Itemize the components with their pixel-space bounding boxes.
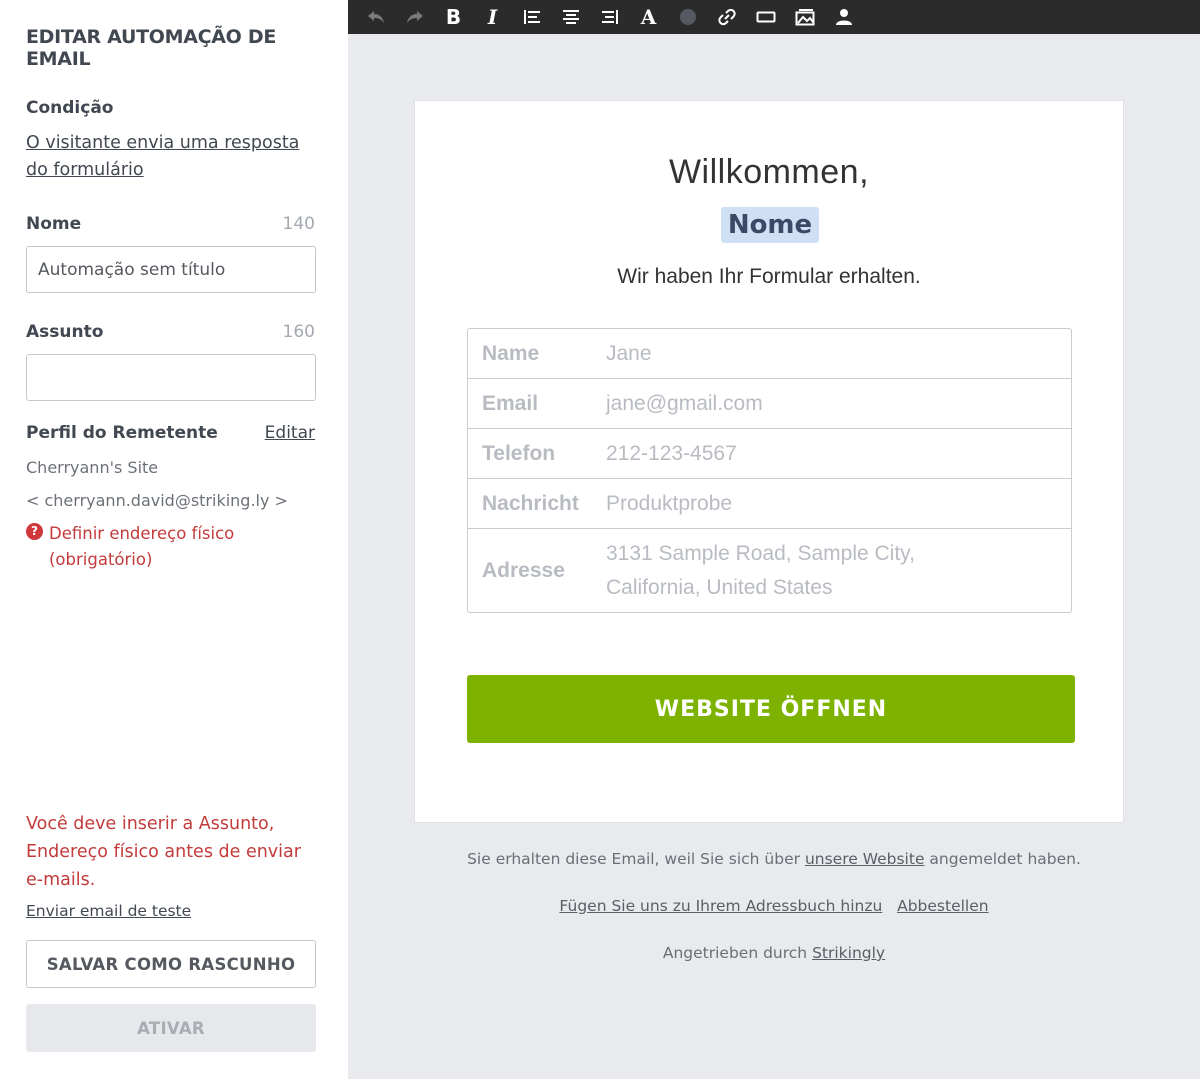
footer-subscription-note: Sie erhalten diese Email, weil Sie sich … bbox=[348, 850, 1200, 868]
table-row: Name Jane bbox=[468, 329, 1071, 379]
address-warning-text[interactable]: Definir endereço físico (obrigatório) bbox=[49, 521, 249, 573]
link-icon[interactable] bbox=[707, 0, 746, 34]
field-key: Adresse bbox=[482, 558, 565, 582]
table-row: Telefon 212-123-4567 bbox=[468, 429, 1071, 479]
sidebar-title: EDITAR AUTOMAÇÃO DE EMAIL bbox=[26, 26, 276, 70]
field-value: jane@gmail.com bbox=[606, 391, 763, 415]
subject-char-count: 160 bbox=[282, 322, 315, 342]
website-link[interactable]: unsere Website bbox=[805, 850, 925, 868]
question-circle-icon: ? bbox=[26, 523, 43, 540]
color-dot-icon[interactable] bbox=[668, 0, 707, 34]
name-char-count: 140 bbox=[282, 214, 315, 234]
field-key: Telefon bbox=[482, 441, 556, 465]
editor-toolbar: B I A bbox=[348, 0, 1200, 34]
image-icon[interactable] bbox=[785, 0, 824, 34]
user-icon[interactable] bbox=[824, 0, 863, 34]
condition-label: Condição bbox=[26, 98, 114, 118]
form-fields-table: Name Jane Email jane@gmail.com Telefon 2… bbox=[467, 328, 1072, 613]
name-input[interactable] bbox=[26, 246, 316, 293]
send-test-email-link[interactable]: Enviar email de teste bbox=[26, 902, 191, 920]
field-key: Email bbox=[482, 391, 539, 415]
email-canvas: Willkommen, Nome Wir haben Ihr Formular … bbox=[348, 34, 1200, 1079]
bold-icon[interactable]: B bbox=[434, 0, 473, 34]
activate-button[interactable]: ATIVAR bbox=[26, 1004, 316, 1052]
open-website-button[interactable]: WEBSITE ÖFFNEN bbox=[467, 675, 1075, 743]
redo-icon[interactable] bbox=[395, 0, 434, 34]
save-draft-button[interactable]: SALVAR COMO RASCUNHO bbox=[26, 940, 316, 988]
sender-email: < cherryann.david@striking.ly > bbox=[26, 491, 288, 510]
field-key: Nachricht bbox=[482, 491, 579, 515]
sender-name: Cherryann's Site bbox=[26, 458, 159, 477]
table-row: Adresse 3131 Sample Road, Sample City, C… bbox=[468, 529, 1071, 612]
table-row: Nachricht Produktprobe bbox=[468, 479, 1071, 529]
button-icon[interactable] bbox=[746, 0, 785, 34]
validation-error: Você deve inserir a Assunto, Endereço fí… bbox=[26, 814, 301, 890]
sender-edit-link[interactable]: Editar bbox=[265, 423, 315, 443]
address-book-link[interactable]: Fügen Sie uns zu Ihrem Adressbuch hinzu bbox=[559, 897, 882, 915]
table-row: Email jane@gmail.com bbox=[468, 379, 1071, 429]
subject-label: Assunto bbox=[26, 322, 104, 342]
address-warning[interactable]: ? Definir endereço físico (obrigatório) bbox=[26, 521, 249, 573]
align-left-icon[interactable] bbox=[512, 0, 551, 34]
field-key: Name bbox=[482, 341, 540, 365]
footer-links: Fügen Sie uns zu Ihrem Adressbuch hinzu … bbox=[348, 897, 1200, 915]
condition-link[interactable]: O visitante envia uma resposta do formul… bbox=[26, 130, 306, 184]
email-received-text[interactable]: Wir haben Ihr Formular erhalten. bbox=[415, 265, 1123, 289]
subject-input[interactable] bbox=[26, 354, 316, 401]
name-merge-tag[interactable]: Nome bbox=[721, 207, 819, 243]
footer-text: angemeldet haben. bbox=[929, 850, 1081, 868]
strikingly-link[interactable]: Strikingly bbox=[812, 944, 885, 962]
field-value: 3131 Sample Road, Sample City, Californi… bbox=[606, 541, 915, 599]
sender-profile-label: Perfil do Remetente bbox=[26, 423, 218, 443]
footer-text: Angetrieben durch bbox=[662, 944, 808, 962]
footer-text: Sie erhalten diese Email, weil Sie sich … bbox=[467, 850, 800, 868]
font-color-icon[interactable]: A bbox=[629, 0, 668, 34]
field-value: Produktprobe bbox=[606, 491, 733, 515]
email-card: Willkommen, Nome Wir haben Ihr Formular … bbox=[414, 100, 1124, 823]
sidebar: EDITAR AUTOMAÇÃO DE EMAIL Condição O vis… bbox=[0, 0, 348, 1079]
footer-powered-by: Angetrieben durch Strikingly bbox=[348, 944, 1200, 962]
name-label: Nome bbox=[26, 214, 82, 234]
field-value: 212-123-4567 bbox=[606, 441, 737, 465]
email-greeting[interactable]: Willkommen, bbox=[415, 153, 1123, 192]
undo-icon[interactable] bbox=[356, 0, 395, 34]
unsubscribe-link[interactable]: Abbestellen bbox=[897, 897, 988, 915]
align-right-icon[interactable] bbox=[590, 0, 629, 34]
italic-icon[interactable]: I bbox=[473, 0, 512, 34]
field-value: Jane bbox=[606, 341, 652, 365]
align-center-icon[interactable] bbox=[551, 0, 590, 34]
